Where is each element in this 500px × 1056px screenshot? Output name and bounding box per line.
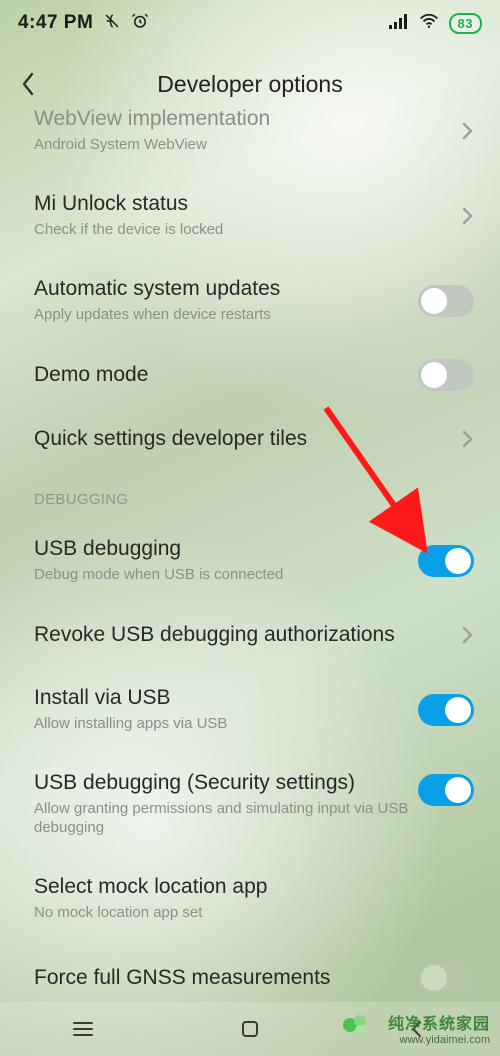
row-title: Quick settings developer tiles — [34, 426, 460, 452]
row-title: Select mock location app — [34, 874, 474, 900]
row-demo-mode[interactable]: Demo mode — [0, 343, 500, 407]
row-usb-security[interactable]: USB debugging (Security settings) Allow … — [0, 752, 500, 856]
nav-recents-button[interactable] — [39, 1011, 127, 1047]
row-revoke-usb[interactable]: Revoke USB debugging authorizations — [0, 603, 500, 667]
chevron-right-icon — [460, 429, 474, 449]
row-title: Force full GNSS measurements — [34, 965, 418, 991]
status-time: 4:47 PM — [18, 12, 93, 34]
row-install-usb[interactable]: Install via USB Allow installing apps vi… — [0, 667, 500, 752]
row-subtitle: Check if the device is locked — [34, 221, 460, 240]
chevron-right-icon — [460, 625, 474, 645]
toggle-demo-mode[interactable] — [418, 359, 474, 391]
row-title: Install via USB — [34, 685, 418, 711]
row-subtitle: No mock location app set — [34, 904, 474, 923]
row-title: Demo mode — [34, 362, 418, 388]
row-mock-location[interactable]: Select mock location app No mock locatio… — [0, 856, 500, 941]
row-title: Automatic system updates — [34, 276, 418, 302]
toggle-gnss[interactable] — [418, 962, 474, 994]
row-qs-tiles[interactable]: Quick settings developer tiles — [0, 407, 500, 471]
row-subtitle: Apply updates when device restarts — [34, 306, 418, 325]
row-gnss[interactable]: Force full GNSS measurements — [0, 941, 500, 1002]
toggle-usb-debugging[interactable] — [418, 545, 474, 577]
row-usb-debugging[interactable]: USB debugging Debug mode when USB is con… — [0, 518, 500, 603]
row-title: USB debugging — [34, 536, 418, 562]
watermark-title: 纯净系统家园 — [388, 1010, 490, 1034]
toggle-auto-updates[interactable] — [418, 285, 474, 317]
row-subtitle: Android System WebView — [34, 136, 460, 155]
chevron-right-icon — [460, 121, 474, 141]
watermark-logo-icon — [340, 1010, 370, 1040]
row-mi-unlock[interactable]: Mi Unlock status Check if the device is … — [0, 173, 500, 258]
nav-home-button[interactable] — [206, 1011, 294, 1047]
battery-badge: 83 — [449, 13, 482, 34]
page-title: Developer options — [56, 71, 444, 98]
row-auto-updates[interactable]: Automatic system updates Apply updates w… — [0, 258, 500, 343]
watermark-url: www.yidaimei.com — [388, 1034, 490, 1046]
row-title: Mi Unlock status — [34, 191, 460, 217]
row-subtitle: Allow installing apps via USB — [34, 715, 418, 734]
settings-list: WebView implementation Android System We… — [0, 100, 500, 1002]
row-title: USB debugging (Security settings) — [34, 770, 418, 796]
status-bar: 4:47 PM 83 — [0, 0, 500, 46]
mute-icon — [103, 12, 121, 35]
row-webview[interactable]: WebView implementation Android System We… — [0, 100, 500, 173]
alarm-icon — [131, 12, 149, 35]
row-subtitle: Debug mode when USB is connected — [34, 566, 418, 585]
wifi-icon — [419, 13, 439, 34]
row-title: Revoke USB debugging authorizations — [34, 622, 460, 648]
back-button[interactable] — [0, 70, 56, 98]
row-title: WebView implementation — [34, 106, 460, 132]
watermark: 纯净系统家园 www.yidaimei.com — [388, 1010, 490, 1046]
toggle-install-usb[interactable] — [418, 694, 474, 726]
row-subtitle: Allow granting permissions and simulatin… — [34, 800, 418, 838]
toggle-usb-security[interactable] — [418, 774, 474, 806]
section-debugging: DEBUGGING — [0, 471, 500, 518]
signal-icon — [389, 13, 409, 34]
chevron-right-icon — [460, 206, 474, 226]
